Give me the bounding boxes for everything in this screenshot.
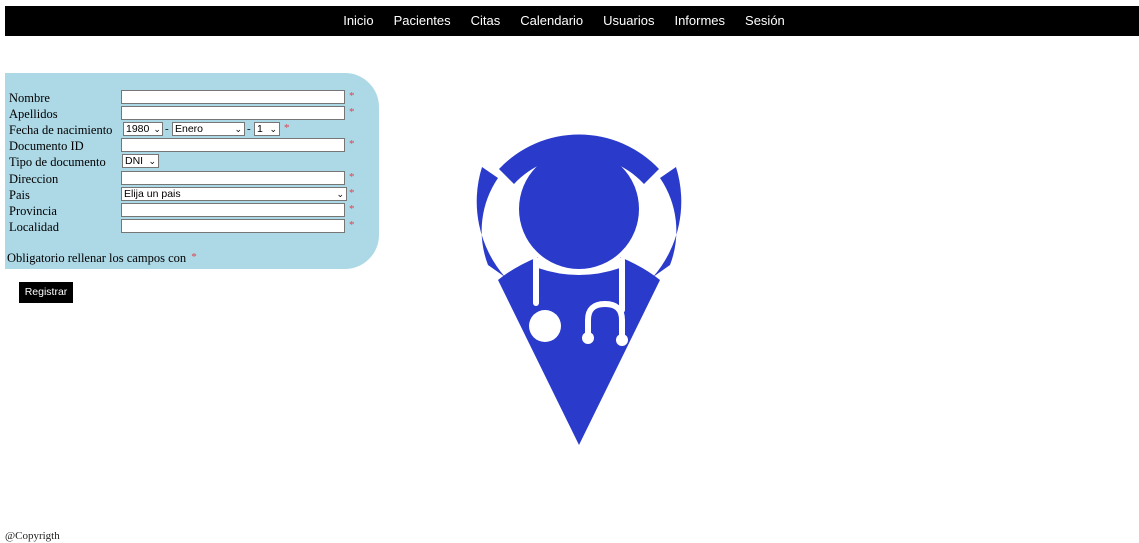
doctor-body — [498, 257, 660, 445]
doctor-location-pin-icon — [476, 134, 682, 445]
tipo-documento-select[interactable]: DNI ⌄ — [122, 154, 159, 168]
label-localidad: Localidad — [9, 220, 59, 234]
nav-item-citas[interactable]: Citas — [461, 6, 511, 36]
required-asterisk: * — [349, 138, 355, 150]
chevron-down-icon: ⌄ — [234, 124, 242, 134]
date-separator: - — [247, 123, 251, 135]
required-asterisk: * — [191, 251, 197, 263]
pais-value: Elija un pais — [124, 188, 181, 200]
required-asterisk: * — [349, 187, 355, 199]
registrar-button[interactable]: Registrar — [19, 282, 73, 303]
birth-year-select[interactable]: 1980 ⌄ — [123, 122, 163, 136]
doctor-head — [519, 149, 639, 269]
chevron-down-icon: ⌄ — [336, 189, 344, 199]
required-asterisk: * — [349, 171, 355, 183]
date-separator: - — [165, 123, 169, 135]
label-documento-id: Documento ID — [9, 139, 84, 153]
nav-item-pacientes[interactable]: Pacientes — [384, 6, 461, 36]
nav-item-usuarios[interactable]: Usuarios — [593, 6, 664, 36]
label-apellidos: Apellidos — [9, 107, 58, 121]
nav-item-sesion[interactable]: Sesión — [735, 6, 795, 36]
nav-item-inicio[interactable]: Inicio — [333, 6, 383, 36]
label-fecha-nacimiento: Fecha de nacimiento — [9, 123, 113, 137]
pin-right-arc — [653, 167, 682, 277]
birth-day-value: 1 — [257, 123, 263, 135]
pais-select[interactable]: Elija un pais ⌄ — [121, 187, 347, 201]
label-provincia: Provincia — [9, 204, 57, 218]
label-pais: Pais — [9, 188, 30, 202]
required-note: Obligatorio rellenar los campos con * — [7, 251, 197, 266]
pin-left-arc — [476, 167, 505, 277]
apellidos-input[interactable] — [121, 106, 345, 120]
direccion-input[interactable] — [121, 171, 345, 185]
required-asterisk: * — [284, 122, 290, 134]
nombre-input[interactable] — [121, 90, 345, 104]
birth-month-select[interactable]: Enero ⌄ — [172, 122, 245, 136]
required-asterisk: * — [349, 219, 355, 231]
provincia-input[interactable] — [121, 203, 345, 217]
chevron-down-icon: ⌄ — [269, 124, 277, 134]
nav-links: Inicio Pacientes Citas Calendario Usuari… — [5, 6, 1139, 36]
birth-month-value: Enero — [175, 123, 204, 135]
label-direccion: Direccion — [9, 172, 59, 186]
birth-day-select[interactable]: 1 ⌄ — [254, 122, 280, 136]
documento-id-input[interactable] — [121, 138, 345, 152]
localidad-input[interactable] — [121, 219, 345, 233]
chevron-down-icon: ⌄ — [148, 156, 156, 166]
birth-year-value: 1980 — [126, 123, 150, 135]
required-asterisk: * — [349, 90, 355, 102]
footer-copyright: @Copyrigth — [5, 530, 60, 542]
required-note-text: Obligatorio rellenar los campos con — [7, 251, 187, 265]
chevron-down-icon: ⌄ — [153, 124, 161, 134]
patient-form-panel: Nombre * Apellidos * Fecha de nacimiento… — [5, 73, 379, 269]
label-tipo-documento: Tipo de documento — [9, 155, 106, 169]
tipo-documento-value: DNI — [125, 155, 144, 167]
nav-item-informes[interactable]: Informes — [664, 6, 735, 36]
label-nombre: Nombre — [9, 91, 50, 105]
top-nav: Inicio Pacientes Citas Calendario Usuari… — [5, 6, 1139, 36]
stethoscope-chestpiece — [529, 310, 561, 342]
required-asterisk: * — [349, 203, 355, 215]
nav-item-calendario[interactable]: Calendario — [510, 6, 593, 36]
required-asterisk: * — [349, 106, 355, 118]
